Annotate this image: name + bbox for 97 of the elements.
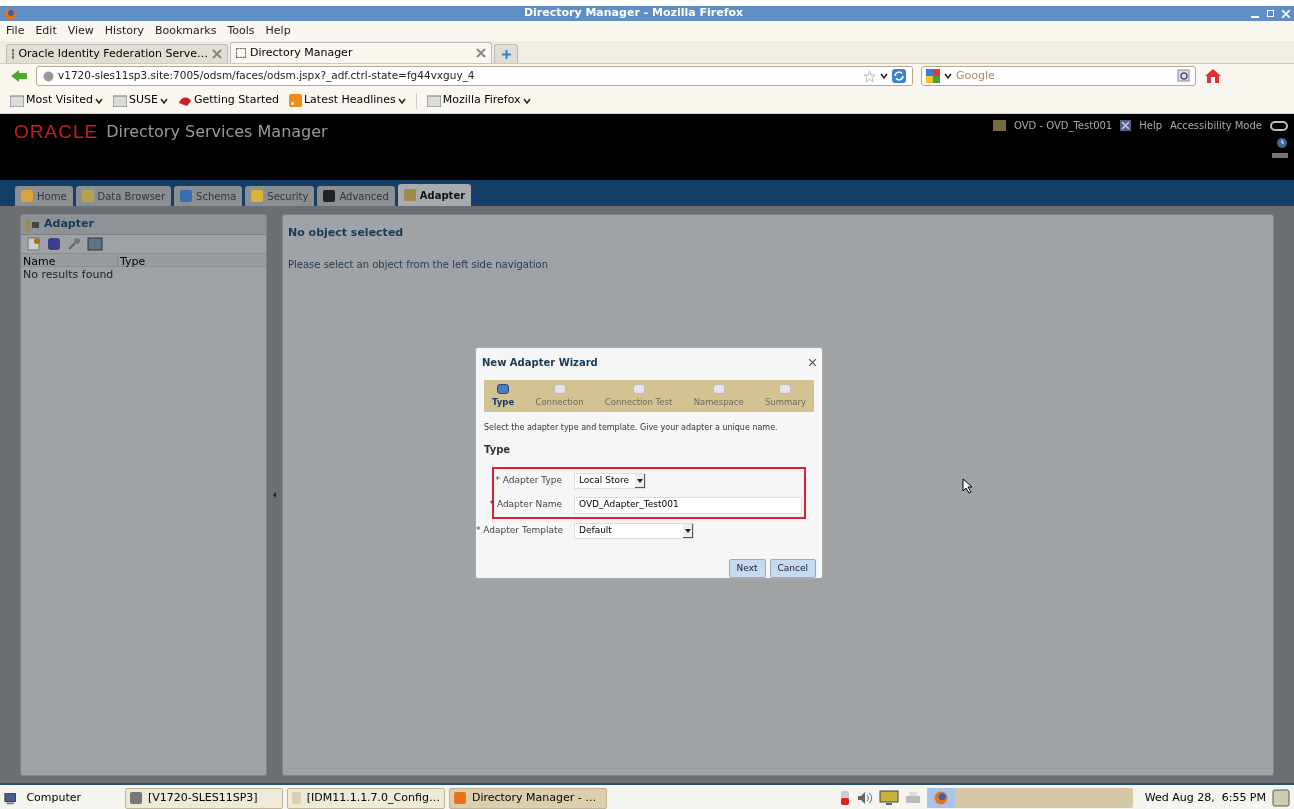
- folder-icon: [993, 120, 1006, 131]
- bookmark[interactable]: SUSE: [112, 92, 168, 109]
- computer-icon[interactable]: [4, 791, 17, 805]
- field-label: * Adapter Type: [494, 474, 563, 488]
- dropdown[interactable]: Default: [574, 523, 694, 539]
- maximize-icon[interactable]: [1267, 9, 1274, 17]
- step-marker[interactable]: [779, 383, 792, 394]
- clock-text: Wed Aug 28, 6:55 PM: [1144, 789, 1266, 806]
- search-input[interactable]: Google: [956, 67, 1173, 85]
- workspace-switcher[interactable]: [926, 788, 955, 808]
- computer-menu[interactable]: Computer: [26, 789, 115, 807]
- app-tab[interactable]: Schema: [174, 186, 243, 206]
- new-tab-button[interactable]: [494, 44, 518, 63]
- bookmark[interactable]: Most Visited: [10, 92, 103, 109]
- firefox-icon: [4, 7, 16, 20]
- caret-icon[interactable]: [159, 97, 168, 104]
- battery-icon: [838, 790, 851, 806]
- rss-icon: [288, 94, 302, 107]
- empty-message: No results found: [22, 267, 115, 283]
- address-field[interactable]: v1720-sles11sp3.site:7005/odsm/faces/odsm.jspx?_adf.ctrl-state=fg44vxguy_4: [36, 66, 913, 86]
- taskbar-button[interactable]: Directory Manager - …: [448, 787, 607, 809]
- header-link[interactable]: Help: [1139, 118, 1163, 133]
- step-marker[interactable]: [712, 383, 725, 394]
- panel-title: Adapter: [44, 216, 94, 233]
- app-tab[interactable]: Adapter: [397, 184, 472, 206]
- app-title: Directory Services Manager: [106, 121, 328, 143]
- globe-icon: [43, 70, 54, 82]
- panel-title: No object selected: [288, 225, 405, 241]
- home-icon[interactable]: [1204, 68, 1222, 84]
- app-tab[interactable]: Data Browser: [75, 186, 172, 206]
- dialog-button[interactable]: Cancel: [769, 559, 816, 578]
- reload-icon[interactable]: [892, 69, 906, 83]
- close-icon[interactable]: [1120, 120, 1132, 131]
- folder-icon: [426, 94, 441, 107]
- wrench-icon[interactable]: [67, 237, 81, 251]
- search-icon[interactable]: [1177, 69, 1191, 83]
- column-header[interactable]: Name: [21, 254, 118, 266]
- speaker-icon[interactable]: [856, 791, 873, 805]
- dropdown-icon[interactable]: [880, 73, 888, 79]
- plus-icon: [500, 48, 512, 60]
- splitter-handle[interactable]: [273, 492, 276, 498]
- desktop-icon[interactable]: [1272, 789, 1290, 807]
- dropdown-icon[interactable]: [944, 73, 952, 79]
- monitor-icon[interactable]: [878, 790, 899, 806]
- oracle-logo: ORACLE: [14, 120, 99, 144]
- instructions-text: Select the adapter type and template. Give your adapter a unique name.: [483, 422, 779, 434]
- browser-tab[interactable]: Oracle Identity Federation Serve…: [6, 44, 228, 63]
- step-marker[interactable]: [632, 383, 645, 394]
- page-icon: [12, 49, 15, 59]
- menu-item[interactable]: History: [104, 22, 144, 40]
- caret-icon[interactable]: [397, 97, 406, 104]
- menu-item[interactable]: Bookmarks: [155, 22, 217, 40]
- step-marker[interactable]: [497, 383, 510, 394]
- caret-icon[interactable]: [94, 97, 103, 104]
- dialog-title: New Adapter Wizard: [482, 355, 598, 370]
- field-label: * Adapter Name: [488, 498, 563, 512]
- app-tab[interactable]: Security: [245, 186, 315, 206]
- menu-item[interactable]: Edit: [35, 22, 57, 40]
- bookmark[interactable]: Latest Headlines: [288, 92, 406, 109]
- oracle-ring-icon: [1270, 120, 1288, 131]
- input-field[interactable]: OVD_Adapter_Test001: [574, 496, 802, 514]
- star-icon[interactable]: [863, 69, 876, 83]
- menu-item[interactable]: File: [6, 22, 25, 40]
- mouse-pointer-icon: [962, 478, 973, 494]
- column-header[interactable]: Type: [118, 254, 148, 266]
- back-arrow-icon[interactable]: [10, 69, 28, 83]
- clock-icon: [1276, 137, 1288, 149]
- menu-item[interactable]: Tools: [227, 22, 255, 40]
- app-tab[interactable]: Home: [15, 186, 73, 206]
- app-tab[interactable]: Advanced: [317, 186, 395, 206]
- minimize-icon[interactable]: [1251, 15, 1259, 18]
- browser-tab[interactable]: Directory Manager: [230, 42, 492, 63]
- field-label: * Adapter Template: [476, 524, 564, 538]
- search-field[interactable]: Google: [921, 66, 1196, 86]
- step-marker[interactable]: [553, 383, 566, 394]
- firefox-icon: [933, 791, 948, 805]
- adapter-icon: [26, 218, 40, 231]
- step-label[interactable]: Type: [492, 395, 515, 409]
- folder-icon: [10, 94, 24, 107]
- menu-item[interactable]: Help: [265, 22, 291, 40]
- section-heading: Type: [483, 443, 512, 457]
- dialog-button[interactable]: Next: [728, 559, 766, 578]
- new-document-icon[interactable]: [27, 237, 41, 251]
- caret-icon[interactable]: [522, 97, 531, 104]
- connection-name: OVD - OVD_Test001: [1014, 119, 1113, 133]
- folder-icon: [112, 94, 127, 107]
- panel-message: Please select an object from the left side navigation: [288, 257, 550, 272]
- taskbar-button[interactable]: [IDM11.1.1.7.0_Config…: [286, 787, 445, 809]
- bookmark[interactable]: Mozilla Firefox: [426, 92, 531, 109]
- header-link[interactable]: Accessibility Mode: [1170, 118, 1262, 133]
- close-icon[interactable]: [809, 358, 816, 366]
- page-icon: [236, 48, 246, 58]
- dropdown[interactable]: Local Store: [574, 473, 646, 489]
- window-title: Directory Manager - Mozilla Firefox: [523, 6, 744, 20]
- bookmark[interactable]: Getting Started: [177, 92, 279, 109]
- taskbar-button[interactable]: [V1720-SLES11SP3]: [124, 787, 283, 809]
- menu-item[interactable]: View: [67, 22, 94, 40]
